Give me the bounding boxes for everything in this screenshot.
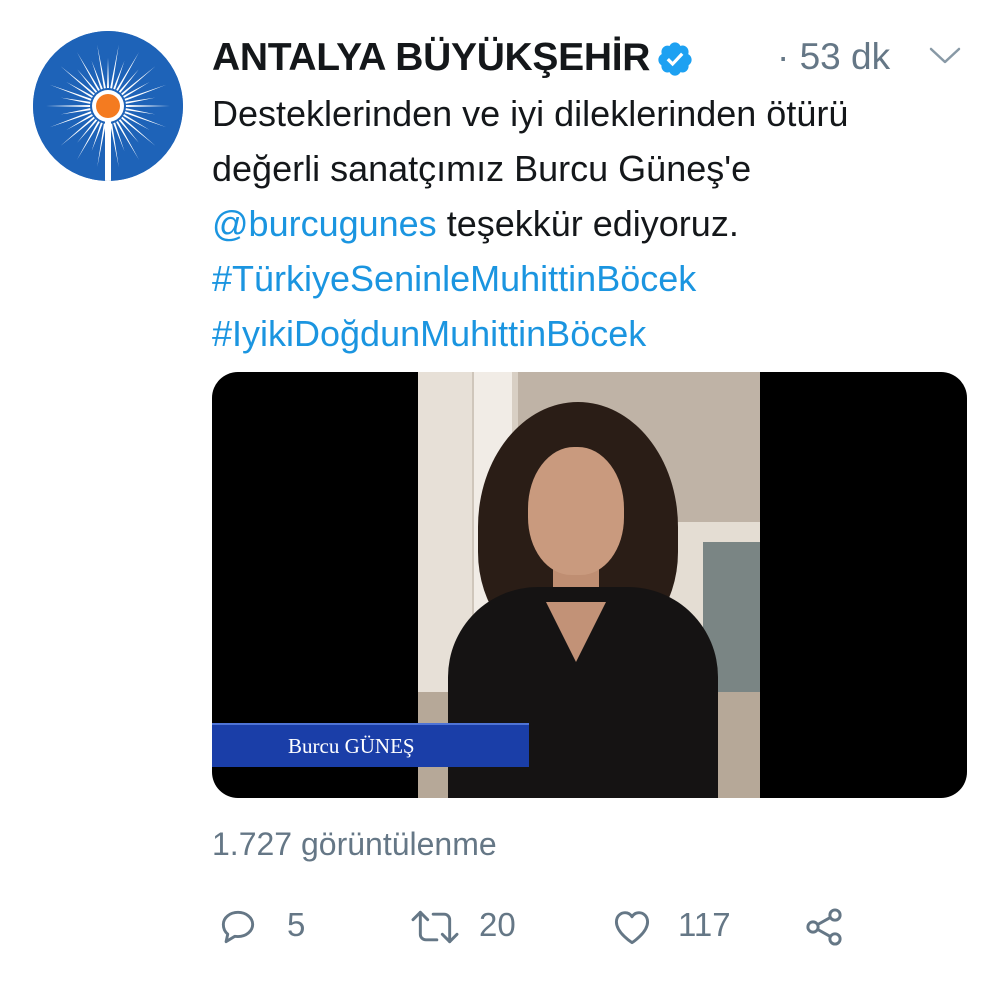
share-icon <box>806 908 842 946</box>
view-count[interactable]: 1.727 görüntülenme <box>212 826 497 863</box>
like-count: 117 <box>678 906 731 943</box>
like-button[interactable]: 117 <box>610 897 750 957</box>
retweet-button[interactable]: 20 <box>407 897 537 957</box>
tweet-text-line: değerli sanatçımız Burcu Güneş'e <box>212 148 752 189</box>
mention-link[interactable]: @burcugunes <box>212 203 437 244</box>
tweet-body: Desteklerinden ve iyi dileklerinden ötür… <box>212 86 972 361</box>
hashtag-link[interactable]: #IyikiDoğdunMuhittinBöcek <box>212 306 972 361</box>
tweet-actions: 5 20 117 <box>212 897 972 957</box>
reply-icon <box>221 910 255 944</box>
author-name[interactable]: ANTALYA BÜYÜKŞEHİR <box>212 36 650 80</box>
antalya-sun-logo-icon <box>33 31 183 181</box>
tweet-header: ANTALYA BÜYÜKŞEHİR · 53 dk <box>212 30 972 86</box>
tweet-text-line: Desteklerinden ve iyi dileklerinden ötür… <box>212 93 849 134</box>
chevron-down-icon[interactable] <box>928 44 962 68</box>
video-lower-third: Burcu GÜNEŞ <box>212 723 529 767</box>
share-button[interactable] <box>802 897 852 957</box>
reply-count: 5 <box>287 906 306 943</box>
verified-badge-icon <box>658 42 692 76</box>
retweet-count: 20 <box>479 906 516 943</box>
tweet-text-fragment: teşekkür ediyoruz. <box>436 203 739 244</box>
heart-icon <box>614 911 650 945</box>
video-player[interactable]: Burcu GÜNEŞ <box>212 372 967 798</box>
hashtag-link[interactable]: #TürkiyeSeninleMuhittinBöcek <box>212 251 972 306</box>
tweet-text-line: @burcugunes teşekkür ediyoruz. <box>212 196 972 251</box>
tweet-timestamp[interactable]: · 53 dk <box>777 36 890 78</box>
lower-third-name: Burcu GÜNEŞ <box>288 734 415 758</box>
profile-avatar[interactable] <box>33 31 183 181</box>
reply-button[interactable]: 5 <box>212 897 322 957</box>
retweet-icon <box>411 910 459 944</box>
